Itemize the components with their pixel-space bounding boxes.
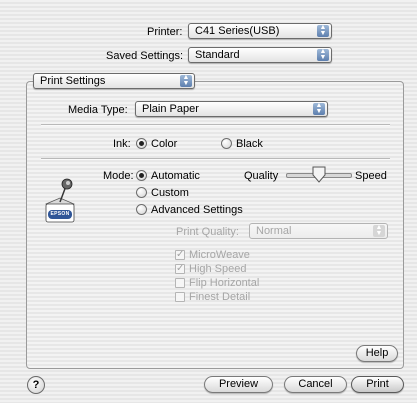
popup-arrows-icon: ▲ ▼ [373, 224, 385, 237]
cancel-button[interactable]: Cancel [284, 376, 347, 393]
popup-arrows-icon: ▲ ▼ [317, 24, 329, 37]
speed-label: Speed [355, 170, 387, 182]
mode-advanced-radio[interactable] [136, 204, 147, 215]
ink-black-radio[interactable] [221, 138, 232, 149]
media-type-value: Plain Paper [142, 103, 199, 115]
help-question-icon[interactable]: ? [27, 376, 45, 394]
saved-settings-popup[interactable]: Standard ▲ ▼ [188, 47, 332, 63]
media-type-label: Media Type: [68, 104, 128, 116]
popup-arrows-icon: ▲ ▼ [317, 48, 329, 61]
microweave-checkbox[interactable]: ✓ [175, 250, 185, 260]
quality-speed-slider-thumb[interactable] [312, 166, 326, 183]
ink-label: Ink: [113, 138, 131, 150]
separator [41, 158, 390, 160]
mode-custom-label: Custom [151, 187, 189, 199]
printer-label: Printer: [147, 26, 183, 38]
ink-black-label: Black [236, 138, 263, 150]
panel-selector-value: Print Settings [40, 75, 106, 87]
preview-button[interactable]: Preview [204, 376, 273, 393]
quality-label: Quality [244, 170, 279, 182]
print-button[interactable]: Print [351, 376, 404, 393]
printer-value: C41 Series(USB) [195, 25, 280, 37]
finest-detail-label: Finest Detail [189, 291, 251, 303]
popup-arrows-icon: ▲ ▼ [180, 74, 192, 87]
separator [41, 124, 390, 126]
epson-printer-icon: EPSON [42, 176, 78, 226]
mode-automatic-label: Automatic [151, 170, 200, 182]
help-button[interactable]: Help [356, 345, 398, 362]
finest-detail-checkbox[interactable] [175, 292, 185, 302]
high-speed-checkbox[interactable]: ✓ [175, 264, 185, 274]
media-type-popup[interactable]: Plain Paper ▲ ▼ [135, 101, 328, 117]
mode-automatic-radio[interactable] [136, 170, 147, 181]
microweave-label: MicroWeave [189, 249, 250, 261]
ink-color-radio[interactable] [136, 138, 147, 149]
printer-popup[interactable]: C41 Series(USB) ▲ ▼ [188, 23, 332, 39]
ink-color-label: Color [151, 138, 178, 150]
mode-advanced-label: Advanced Settings [151, 204, 243, 216]
flip-horizontal-checkbox[interactable] [175, 278, 185, 288]
print-quality-popup[interactable]: Normal ▲ ▼ [249, 223, 388, 239]
mode-custom-radio[interactable] [136, 187, 147, 198]
saved-settings-label: Saved Settings: [106, 50, 184, 62]
popup-arrows-icon: ▲ ▼ [313, 102, 325, 115]
flip-horizontal-label: Flip Horizontal [189, 277, 260, 289]
print-quality-value: Normal [256, 225, 292, 237]
high-speed-label: High Speed [189, 263, 247, 275]
mode-label: Mode: [103, 170, 134, 182]
saved-settings-value: Standard [195, 49, 240, 61]
epson-logo-text: EPSON [50, 211, 70, 217]
panel-selector-popup[interactable]: Print Settings ▲ ▼ [33, 73, 195, 89]
print-quality-label: Print Quality: [176, 226, 239, 238]
